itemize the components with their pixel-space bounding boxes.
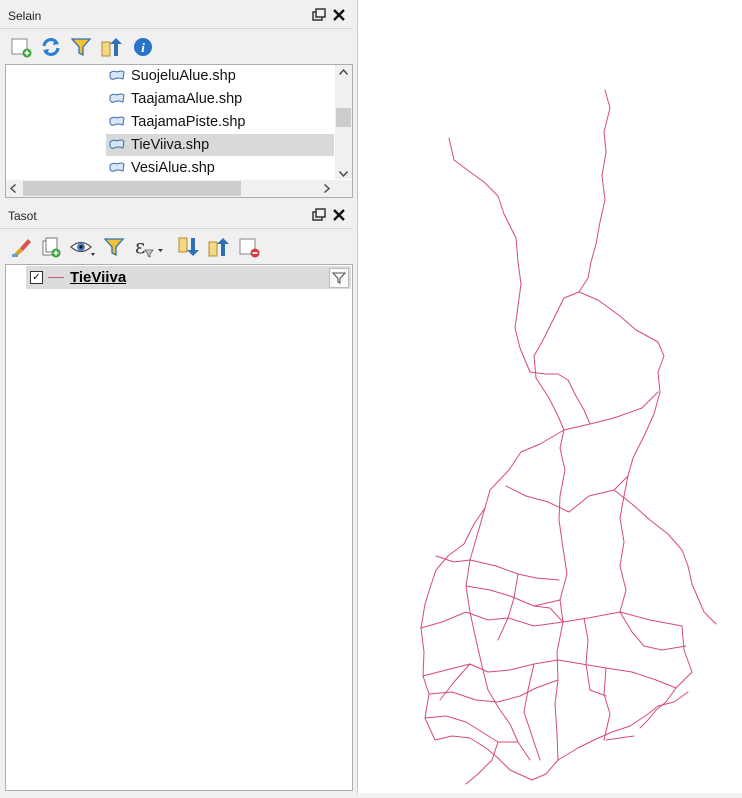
browser-panel-header: Selain [0, 2, 353, 29]
scroll-down-icon[interactable] [338, 169, 349, 180]
add-layer-icon[interactable] [8, 34, 34, 60]
vertical-scroll-thumb[interactable] [336, 108, 351, 127]
browser-tree[interactable]: SuojeluAlue.shp TaajamaAlue.shp TaajamaP… [5, 64, 353, 198]
visibility-eye-icon[interactable] [68, 234, 95, 260]
scroll-up-icon[interactable] [338, 67, 349, 78]
tree-item-taajamapiste[interactable]: TaajamaPiste.shp [106, 111, 334, 133]
refresh-icon[interactable] [38, 34, 64, 60]
browser-toolbar: i [0, 29, 353, 63]
style-brush-icon[interactable] [8, 234, 34, 260]
layers-panel-header: Tasot [0, 202, 353, 229]
collapse-all-icon[interactable] [98, 34, 124, 60]
float-panel-icon[interactable] [311, 7, 327, 23]
map-canvas[interactable] [357, 0, 742, 793]
line-symbol-icon [48, 277, 64, 278]
layers-toolbar: ε [0, 229, 353, 263]
layers-tree[interactable]: ✓ TieViiva [5, 264, 353, 791]
polygon-layer-icon [109, 116, 125, 126]
vertical-scrollbar[interactable] [335, 65, 352, 179]
collapse-all-icon[interactable] [205, 234, 231, 260]
horizontal-scrollbar[interactable] [6, 180, 352, 197]
road-lines [420, 89, 717, 785]
tree-item-label: TaajamaPiste.shp [131, 114, 246, 130]
polygon-layer-icon [109, 93, 125, 103]
svg-text:i: i [141, 40, 145, 55]
layer-filter-icon[interactable] [329, 268, 349, 288]
scroll-left-icon[interactable] [9, 183, 16, 196]
add-group-icon[interactable] [38, 234, 64, 260]
layer-row-tieviiva[interactable]: ✓ TieViiva [26, 266, 351, 289]
layers-panel-title: Tasot [8, 209, 37, 223]
tree-item-vesialue[interactable]: VesiAlue.shp [106, 157, 334, 179]
polygon-layer-icon [109, 139, 125, 149]
expand-all-icon[interactable] [175, 234, 201, 260]
polygon-layer-icon [109, 162, 125, 172]
browser-panel-title: Selain [8, 9, 42, 23]
tree-item-suojelualue[interactable]: SuojeluAlue.shp [106, 65, 334, 87]
tree-item-label: TaajamaAlue.shp [131, 91, 243, 107]
filter-icon[interactable] [68, 34, 94, 60]
float-panel-icon[interactable] [311, 207, 327, 223]
tree-item-label: SuojeluAlue.shp [131, 68, 236, 84]
remove-layer-icon[interactable] [236, 234, 262, 260]
info-icon[interactable]: i [130, 34, 156, 60]
tree-item-taajamaalue[interactable]: TaajamaAlue.shp [106, 88, 334, 110]
horizontal-scroll-thumb[interactable] [23, 181, 241, 196]
close-panel-icon[interactable] [331, 207, 347, 223]
filter-icon[interactable] [101, 234, 127, 260]
svg-text:ε: ε [135, 236, 145, 258]
close-panel-icon[interactable] [331, 7, 347, 23]
tree-item-label: TieViiva.shp [131, 137, 210, 153]
layer-visibility-checkbox[interactable]: ✓ [30, 271, 43, 284]
tree-item-tieviiva[interactable]: TieViiva.shp [106, 134, 334, 156]
expression-filter-icon[interactable]: ε [131, 234, 163, 260]
scroll-right-icon[interactable] [324, 183, 331, 196]
road-network-map [420, 89, 717, 785]
polygon-layer-icon [109, 70, 125, 80]
tree-item-label: VesiAlue.shp [131, 160, 215, 176]
layer-name: TieViiva [70, 269, 127, 286]
